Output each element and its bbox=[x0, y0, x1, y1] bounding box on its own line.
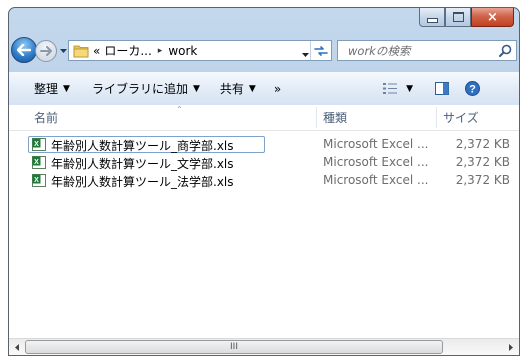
breadcrumb-overflow[interactable]: « bbox=[93, 44, 100, 58]
search-box[interactable] bbox=[337, 40, 517, 61]
search-icon[interactable] bbox=[499, 44, 512, 60]
svg-text:X: X bbox=[34, 159, 39, 166]
address-bar[interactable]: « ローカ... ▸ work bbox=[68, 40, 332, 61]
maximize-icon bbox=[452, 12, 464, 22]
explorer-window: × « ローカ... ▸ work workの検索 整理 ▼ ライブラリに追加 … bbox=[8, 7, 520, 356]
minimize-icon bbox=[426, 17, 438, 23]
column-header-size[interactable]: サイズ bbox=[443, 109, 479, 126]
breadcrumb-work[interactable]: work bbox=[168, 44, 197, 58]
close-button[interactable]: × bbox=[471, 8, 514, 27]
file-size: 2,372 KB bbox=[455, 173, 510, 187]
column-header-row: ⌃ 名前 種類 サイズ bbox=[9, 105, 519, 131]
column-header-type[interactable]: 種類 bbox=[323, 109, 347, 126]
scroll-right-button[interactable] bbox=[505, 342, 517, 353]
arrow-right-icon bbox=[509, 344, 513, 351]
preview-pane-icon bbox=[435, 82, 450, 95]
preview-pane-button[interactable] bbox=[431, 77, 453, 101]
column-header-name[interactable]: 名前 bbox=[34, 109, 58, 126]
svg-text:X: X bbox=[34, 141, 39, 148]
search-input[interactable] bbox=[338, 41, 493, 58]
file-type: Microsoft Excel ... bbox=[323, 137, 429, 151]
more-commands-label: » bbox=[273, 81, 282, 96]
horizontal-scrollbar[interactable]: III bbox=[9, 338, 519, 355]
column-divider[interactable] bbox=[316, 107, 317, 128]
file-name: 年齢別人数計算ツール_商学部.xls bbox=[51, 139, 234, 153]
command-bar: 整理 ▼ ライブラリに追加 ▼ 共有 ▼ » ▼ ? bbox=[9, 71, 519, 106]
caret-down-icon: ▼ bbox=[406, 83, 414, 94]
maximize-button[interactable] bbox=[445, 8, 471, 27]
close-icon: × bbox=[487, 9, 498, 25]
file-row[interactable]: X 年齢別人数計算ツール_商学部.xls Microsoft Excel ...… bbox=[9, 136, 519, 154]
svg-text:X: X bbox=[34, 177, 39, 184]
excel-file-icon: X bbox=[32, 174, 46, 187]
caret-down-icon: ▼ bbox=[248, 83, 256, 94]
scrollbar-grip: III bbox=[230, 341, 238, 352]
address-dropdown[interactable] bbox=[302, 46, 309, 60]
add-to-library-menu[interactable]: ライブラリに追加 ▼ bbox=[88, 77, 204, 101]
caret-down-icon: ▼ bbox=[63, 83, 70, 94]
column-divider[interactable] bbox=[436, 107, 437, 128]
back-button[interactable] bbox=[11, 37, 37, 63]
svg-text:?: ? bbox=[469, 84, 476, 96]
window-controls: × bbox=[419, 8, 514, 27]
file-name: 年齢別人数計算ツール_文学部.xls bbox=[51, 157, 234, 171]
refresh-button[interactable] bbox=[310, 41, 331, 60]
change-view-button[interactable]: ▼ bbox=[379, 77, 417, 101]
excel-file-icon: X bbox=[32, 156, 46, 169]
help-button[interactable]: ? bbox=[461, 77, 484, 101]
recent-pages-dropdown[interactable] bbox=[59, 47, 67, 55]
caret-down-icon: ▼ bbox=[192, 83, 200, 94]
excel-file-icon: X bbox=[32, 138, 46, 151]
file-row[interactable]: X 年齢別人数計算ツール_文学部.xls Microsoft Excel ...… bbox=[9, 154, 519, 172]
details-view-icon bbox=[383, 83, 398, 94]
help-icon: ? bbox=[465, 81, 481, 96]
folder-icon bbox=[73, 45, 89, 57]
forward-arrow-icon bbox=[40, 46, 52, 56]
share-label: 共有 bbox=[219, 82, 244, 96]
share-menu[interactable]: 共有 ▼ bbox=[216, 77, 260, 101]
navigation-bar: « ローカ... ▸ work bbox=[11, 36, 517, 66]
arrow-left-icon bbox=[15, 344, 19, 351]
file-type: Microsoft Excel ... bbox=[323, 173, 429, 187]
sort-indicator-icon: ⌃ bbox=[176, 105, 183, 114]
back-arrow-icon bbox=[17, 44, 31, 56]
chevron-down-icon bbox=[302, 53, 309, 57]
organize-label: 整理 bbox=[34, 82, 59, 96]
breadcrumb-separator[interactable]: ▸ bbox=[158, 46, 163, 56]
file-size: 2,372 KB bbox=[455, 137, 510, 151]
chevron-down-icon bbox=[59, 49, 67, 53]
file-size: 2,372 KB bbox=[455, 155, 510, 169]
organize-menu[interactable]: 整理 ▼ bbox=[30, 77, 74, 101]
file-list-pane: ⌃ 名前 種類 サイズ X 年齢別人数計算ツール_商学部.xls Microso… bbox=[9, 105, 519, 338]
file-type: Microsoft Excel ... bbox=[323, 155, 429, 169]
file-rows: X 年齢別人数計算ツール_商学部.xls Microsoft Excel ...… bbox=[9, 136, 519, 190]
more-commands-button[interactable]: » bbox=[270, 77, 285, 101]
add-to-library-label: ライブラリに追加 bbox=[91, 82, 188, 96]
minimize-button[interactable] bbox=[419, 8, 445, 27]
scrollbar-thumb[interactable]: III bbox=[25, 340, 443, 354]
forward-button[interactable] bbox=[35, 40, 57, 62]
breadcrumb-local-disk[interactable]: ローカ... bbox=[104, 42, 151, 59]
file-name: 年齢別人数計算ツール_法学部.xls bbox=[51, 175, 234, 189]
refresh-icon bbox=[314, 45, 328, 56]
file-row[interactable]: X 年齢別人数計算ツール_法学部.xls Microsoft Excel ...… bbox=[9, 172, 519, 190]
scroll-left-button[interactable] bbox=[11, 342, 23, 353]
